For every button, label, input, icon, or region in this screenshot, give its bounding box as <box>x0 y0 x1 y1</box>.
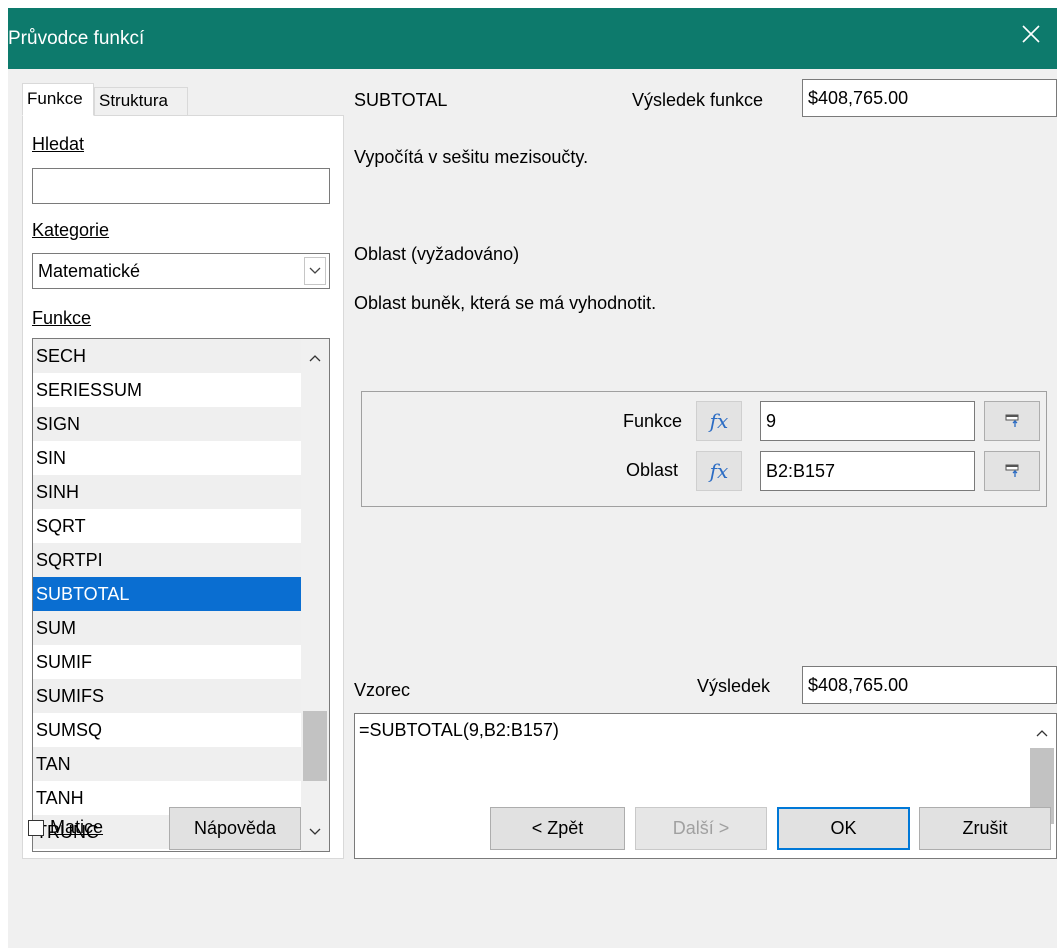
function-list-item[interactable]: TAN <box>33 747 301 781</box>
category-value: Matematické <box>38 261 141 281</box>
function-name: SUBTOTAL <box>354 90 448 110</box>
arg-input-oblast[interactable]: B2:B157 <box>760 451 975 491</box>
search-label: Hledat <box>32 134 85 154</box>
arg-label-oblast: Oblast <box>626 460 679 480</box>
function-list-item[interactable]: SERIESSUM <box>33 373 301 407</box>
next-button[interactable]: Další > <box>635 807 767 850</box>
search-input[interactable] <box>32 168 330 204</box>
fx-icon[interactable]: fx <box>696 401 742 441</box>
tab-struktura[interactable]: Struktura <box>94 87 188 116</box>
function-list-item[interactable]: SUMIF <box>33 645 301 679</box>
array-label[interactable]: Matice <box>50 817 103 838</box>
function-list-item[interactable]: SINH <box>33 475 301 509</box>
function-list-item[interactable]: SIN <box>33 441 301 475</box>
result-field: $408,765.00 <box>802 666 1057 704</box>
result-label: Výsledek <box>697 676 771 696</box>
shrink-icon[interactable] <box>984 401 1040 441</box>
chevron-down-icon[interactable] <box>304 257 326 285</box>
function-list-item[interactable]: SECH <box>33 339 301 373</box>
function-result-label: Výsledek funkce <box>632 90 764 110</box>
arg-input-funkce[interactable]: 9 <box>760 401 975 441</box>
cancel-button[interactable]: Zrušit <box>919 807 1051 850</box>
function-list-item[interactable]: SUMIFS <box>33 679 301 713</box>
arg-label-funkce: Funkce <box>623 411 683 431</box>
argument-description: Oblast buněk, která se má vyhodnotit. <box>354 293 657 313</box>
function-list-item[interactable]: SIGN <box>33 407 301 441</box>
function-result-field: $408,765.00 <box>802 79 1057 117</box>
function-list-items: SECH SERIESSUM SIGN SIN SINH SQRT SQRTPI SUBTOT… <box>33 339 301 849</box>
function-wizard-dialog: Průvodce funkcí Funkce Struktura Hledat … <box>8 8 1057 948</box>
shrink-icon[interactable] <box>984 451 1040 491</box>
close-icon[interactable] <box>1019 22 1043 46</box>
function-list-item[interactable]: SQRT <box>33 509 301 543</box>
function-list-item[interactable]: SUMSQ <box>33 713 301 747</box>
category-select[interactable]: Matematické <box>32 253 330 289</box>
ok-button[interactable]: OK <box>777 807 910 850</box>
function-list-item[interactable]: SQRTPI <box>33 543 301 577</box>
title-bar: Průvodce funkcí <box>8 8 1057 69</box>
category-label: Kategorie <box>32 220 110 240</box>
function-list-item[interactable]: SUM <box>33 611 301 645</box>
function-list-item[interactable]: SUBTOTAL <box>33 577 301 611</box>
back-button[interactable]: < Zpět <box>490 807 625 850</box>
function-list-scrollbar[interactable] <box>301 339 329 851</box>
scroll-up-icon[interactable] <box>301 345 329 371</box>
function-list[interactable]: SECH SERIESSUM SIGN SIN SINH SQRT SQRTPI SUBTOT… <box>32 338 330 852</box>
formula-text[interactable]: =SUBTOTAL(9,B2:B157) <box>359 720 559 741</box>
formula-label: Vzorec <box>354 680 411 700</box>
function-description: Vypočítá v sešitu mezisoučty. <box>354 147 589 167</box>
scroll-down-icon[interactable] <box>301 819 329 845</box>
scrollbar-thumb[interactable] <box>303 711 327 781</box>
argument-title: Oblast (vyžadováno) <box>354 244 520 264</box>
window-title: Průvodce funkcí <box>8 28 145 49</box>
tab-funkce[interactable]: Funkce <box>22 83 94 116</box>
fx-icon[interactable]: fx <box>696 451 742 491</box>
help-button[interactable]: Nápověda <box>169 807 301 850</box>
array-checkbox[interactable] <box>28 820 44 836</box>
functions-label: Funkce <box>32 308 92 328</box>
scroll-up-icon[interactable] <box>1028 720 1056 746</box>
